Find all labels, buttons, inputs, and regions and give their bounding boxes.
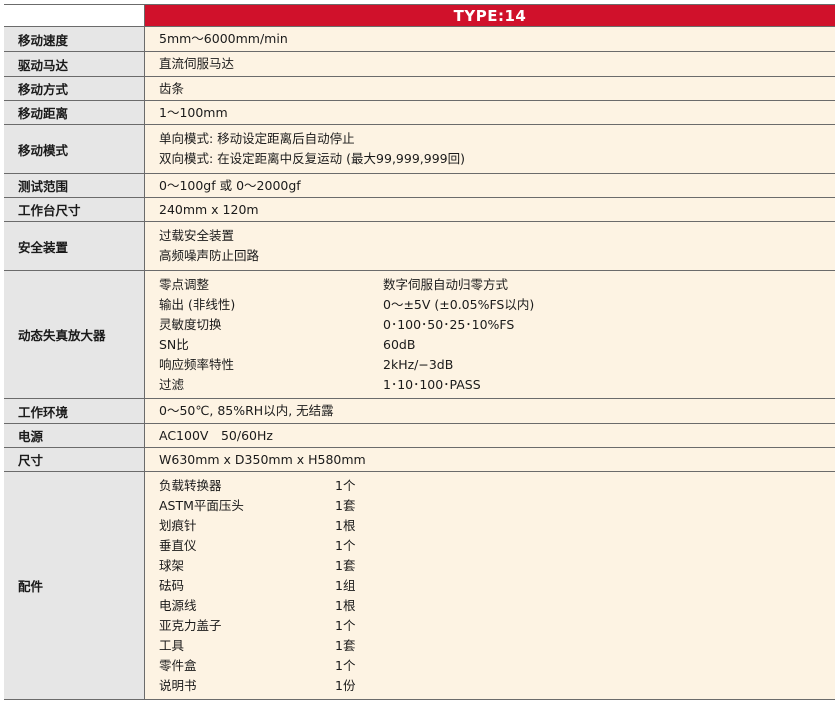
list-item: 划痕针 1根	[159, 517, 356, 533]
row-value: 零点调整 数字伺服自动归零方式 输出 (非线性) 0～±5V (±0.05%FS以内…	[145, 271, 835, 398]
spec-row-distance: 移动距离 1～100mm	[4, 101, 835, 125]
row-label: 工作台尺寸	[4, 198, 145, 221]
row-value: 齿条	[145, 77, 835, 100]
row-label: 动态失真放大器	[4, 271, 145, 398]
list-item: 响应频率特性 2kHz/−3dB	[159, 356, 454, 372]
list-item: 灵敏度切换 0･100･50･25･10%FS	[159, 316, 515, 332]
list-item: 过滤 1･10･100･PASS	[159, 376, 481, 392]
spec-row-speed: 移动速度 5mm～6000mm/min	[4, 27, 835, 52]
list-item: 负载转换器 1个	[159, 477, 356, 493]
row-value: 5mm～6000mm/min	[145, 27, 835, 51]
list-item: 电源线 1根	[159, 597, 356, 613]
row-value: AC100V 50/60Hz	[145, 424, 835, 447]
row-value: 240mm x 120m	[145, 198, 835, 221]
spec-row-method: 移动方式 齿条	[4, 77, 835, 101]
list-item: 说明书 1份	[159, 677, 356, 693]
table-header: TYPE:14	[4, 4, 835, 27]
spec-row-mode: 移动模式 单向模式: 移动设定距离后自动停止 双向模式: 在设定距离中反复运动 …	[4, 125, 835, 174]
row-value: 0～100gf 或 0～2000gf	[145, 174, 835, 197]
row-value: 1～100mm	[145, 101, 835, 124]
list-item: ASTM平面压头 1套	[159, 497, 356, 513]
row-value: 直流伺服马达	[145, 52, 835, 76]
row-label: 驱动马达	[4, 52, 145, 76]
row-label: 配件	[4, 472, 145, 699]
spec-row-power: 电源 AC100V 50/60Hz	[4, 424, 835, 448]
spec-row-motor: 驱动马达 直流伺服马达	[4, 52, 835, 77]
list-item: 亚克力盖子 1个	[159, 617, 356, 633]
spec-row-environment: 工作环境 0～50℃, 85%RH以内, 无结露	[4, 399, 835, 424]
row-label: 移动速度	[4, 27, 145, 51]
row-label: 移动模式	[4, 125, 145, 173]
row-label: 尺寸	[4, 448, 145, 471]
row-value: 过载安全装置 高频噪声防止回路	[145, 222, 835, 270]
row-label: 电源	[4, 424, 145, 447]
spec-table: TYPE:14 移动速度 5mm～6000mm/min 驱动马达 直流伺服马达 …	[4, 4, 835, 700]
spec-row-dimensions: 尺寸 W630mm x D350mm x H580mm	[4, 448, 835, 472]
spec-row-safety: 安全装置 过载安全装置 高频噪声防止回路	[4, 222, 835, 271]
list-item: 零点调整 数字伺服自动归零方式	[159, 276, 509, 292]
row-value: 0～50℃, 85%RH以内, 无结露	[145, 399, 835, 423]
row-label: 移动方式	[4, 77, 145, 100]
spec-row-accessories: 配件 负载转换器 1个 ASTM平面压头 1套 划痕针 1根 垂直仪 1个 球架 1套 砝…	[4, 472, 835, 700]
spec-row-amplifier: 动态失真放大器 零点调整 数字伺服自动归零方式 输出 (非线性) 0～±5V (±0…	[4, 271, 835, 399]
list-item: 输出 (非线性) 0～±5V (±0.05%FS以内)	[159, 296, 535, 312]
header-blank-cell	[4, 5, 145, 26]
type-label: TYPE:14	[145, 5, 835, 26]
list-item: 砝码 1组	[159, 577, 356, 593]
row-label: 工作环境	[4, 399, 145, 423]
list-item: SN比 60dB	[159, 336, 416, 352]
row-label: 移动距离	[4, 101, 145, 124]
spec-row-range: 测试范围 0～100gf 或 0～2000gf	[4, 174, 835, 198]
list-item: 垂直仪 1个	[159, 537, 356, 553]
spec-row-table-size: 工作台尺寸 240mm x 120m	[4, 198, 835, 222]
row-value: 负载转换器 1个 ASTM平面压头 1套 划痕针 1根 垂直仪 1个 球架 1套 砝码 1组…	[145, 472, 835, 699]
row-label: 测试范围	[4, 174, 145, 197]
list-item: 球架 1套	[159, 557, 356, 573]
row-label: 安全装置	[4, 222, 145, 270]
row-value: 单向模式: 移动设定距离后自动停止 双向模式: 在设定距离中反复运动 (最大99…	[145, 125, 835, 173]
list-item: 工具 1套	[159, 637, 356, 653]
list-item: 零件盒 1个	[159, 657, 356, 673]
row-value: W630mm x D350mm x H580mm	[145, 448, 835, 471]
